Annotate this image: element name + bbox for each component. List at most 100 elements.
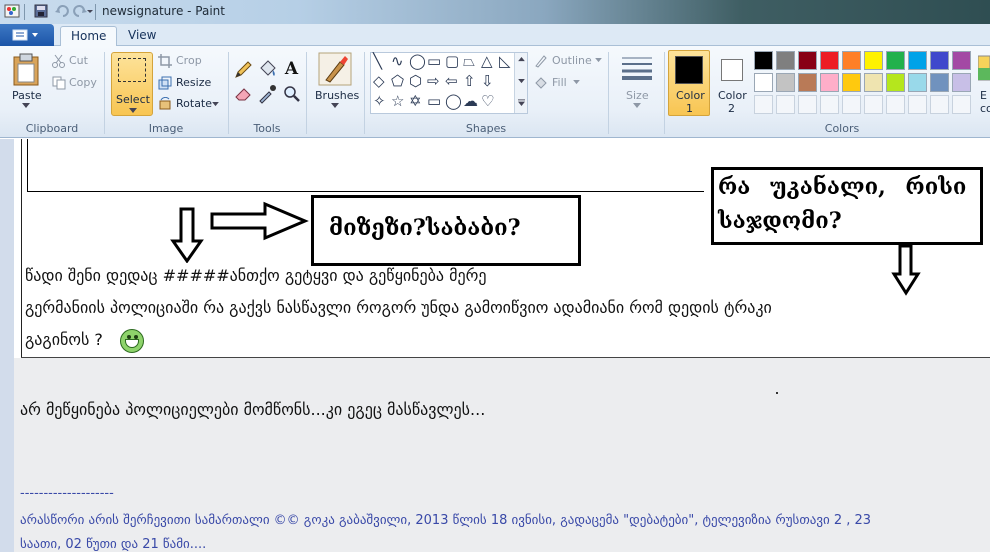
polygon-shape-icon[interactable]: ⏢ [463, 54, 475, 69]
line-shape-icon[interactable]: ╲ [373, 54, 382, 69]
paste-icon[interactable] [10, 52, 44, 88]
outline-button[interactable]: Outline [552, 54, 592, 67]
size-button[interactable]: Size [626, 89, 649, 102]
magnifier-icon[interactable] [281, 83, 302, 104]
six-point-star-icon[interactable]: ✡ [409, 94, 422, 109]
size-dropdown-icon[interactable] [633, 103, 641, 109]
rotate-dropdown-icon[interactable] [212, 102, 219, 107]
crop-button[interactable]: Crop [176, 54, 202, 67]
palette-swatch[interactable] [952, 51, 971, 70]
palette-swatch[interactable] [820, 73, 839, 92]
palette-swatch[interactable] [776, 51, 795, 70]
callout-rect-icon[interactable]: ▭ [427, 94, 441, 109]
rectangle-shape-icon[interactable]: ▭ [427, 54, 441, 69]
brushes-icon[interactable] [318, 52, 352, 86]
pencil-icon[interactable] [233, 59, 254, 80]
hexagon-shape-icon[interactable]: ⬡ [409, 74, 422, 89]
fill-button[interactable]: Fill [552, 76, 567, 89]
save-icon[interactable] [33, 3, 49, 19]
palette-swatch[interactable] [908, 73, 927, 92]
edit-colors-label-2[interactable]: co [980, 102, 990, 115]
brushes-button[interactable]: Brushes [315, 89, 359, 102]
palette-empty-swatch[interactable] [842, 95, 861, 114]
five-point-star-icon[interactable]: ☆ [391, 94, 404, 109]
palette-empty-swatch[interactable] [820, 95, 839, 114]
scroll-up-icon[interactable] [518, 57, 525, 62]
palette-swatch[interactable] [864, 51, 883, 70]
rounded-rectangle-shape-icon[interactable]: ▢ [445, 54, 459, 69]
scroll-down-icon[interactable] [518, 79, 525, 84]
fill-bucket-icon[interactable] [257, 59, 278, 80]
palette-swatch[interactable] [886, 51, 905, 70]
palette-swatch[interactable] [798, 51, 817, 70]
undo-icon[interactable] [54, 3, 70, 19]
paint-app-icon[interactable] [4, 3, 20, 19]
heart-shape-icon[interactable]: ♡ [481, 94, 494, 109]
palette-empty-swatch[interactable] [864, 95, 883, 114]
inner-frame-left-border [27, 139, 28, 192]
cut-button[interactable]: Cut [69, 54, 88, 67]
palette-empty-swatch[interactable] [930, 95, 949, 114]
shapes-scrollbar[interactable] [514, 53, 527, 113]
callout-oval-icon[interactable]: ◯ [445, 94, 462, 109]
cloud-callout-icon[interactable]: ☁ [463, 94, 478, 109]
down-arrow-shape-icon[interactable]: ⇩ [481, 74, 494, 89]
palette-empty-swatch[interactable] [754, 95, 773, 114]
post-line-1: წადი შენი დედაც #####ანთქო გეტყვი და გეწ… [25, 266, 487, 285]
triangle-shape-icon[interactable]: △ [481, 54, 493, 69]
paste-button[interactable]: Paste [12, 89, 42, 102]
select-button[interactable]: Select [111, 52, 153, 116]
post-frame-left-border [21, 139, 22, 358]
color2-number: 2 [728, 102, 735, 115]
pentagon-shape-icon[interactable]: ⬠ [391, 74, 404, 89]
size-icon[interactable] [620, 54, 654, 82]
left-arrow-shape-icon[interactable]: ⇦ [445, 74, 458, 89]
right-triangle-shape-icon[interactable]: ◺ [499, 54, 511, 69]
palette-empty-swatch[interactable] [798, 95, 817, 114]
paint-menu-button[interactable] [0, 24, 54, 46]
palette-swatch[interactable] [930, 73, 949, 92]
palette-swatch[interactable] [754, 51, 773, 70]
tab-home[interactable]: Home [60, 26, 118, 47]
tab-view[interactable]: View [118, 26, 166, 46]
palette-empty-swatch[interactable] [776, 95, 795, 114]
palette-empty-swatch[interactable] [952, 95, 971, 114]
copy-button[interactable]: Copy [69, 76, 97, 89]
palette-empty-swatch[interactable] [886, 95, 905, 114]
palette-swatch[interactable] [798, 73, 817, 92]
palette-swatch[interactable] [864, 73, 883, 92]
color1-button[interactable]: Color 1 [668, 50, 710, 116]
text-tool-icon[interactable]: A [281, 59, 302, 80]
palette-swatch[interactable] [908, 51, 927, 70]
edit-colors-icon[interactable] [978, 54, 990, 82]
paste-dropdown-icon[interactable] [22, 103, 30, 109]
eraser-icon[interactable] [233, 83, 254, 104]
palette-empty-swatch[interactable] [908, 95, 927, 114]
reason-callout-text: მიზეზი?საბაბი? [329, 215, 521, 241]
customize-quick-access-icon[interactable] [86, 3, 94, 19]
diamond-shape-icon[interactable]: ◇ [373, 74, 385, 89]
palette-swatch[interactable] [930, 51, 949, 70]
right-arrow-shape-icon[interactable]: ⇨ [427, 74, 440, 89]
colors-group-label: Colors [824, 122, 860, 135]
four-point-star-icon[interactable]: ✧ [373, 94, 386, 109]
color2-button[interactable]: Color 2 [713, 50, 751, 116]
expand-gallery-icon[interactable] [518, 99, 525, 106]
brushes-dropdown-icon[interactable] [331, 103, 339, 109]
palette-swatch[interactable] [952, 73, 971, 92]
curve-shape-icon[interactable]: ∿ [391, 54, 404, 69]
palette-swatch[interactable] [776, 73, 795, 92]
up-arrow-shape-icon[interactable]: ⇧ [463, 74, 476, 89]
shapes-gallery[interactable]: ╲ ∿ ◯ ▭ ▢ ⏢ △ ◺ ◇ ⬠ ⬡ ⇨ ⇦ ⇧ ⇩ ✧ ☆ ✡ ▭ ◯ … [370, 52, 528, 114]
edit-colors-label[interactable]: E [980, 89, 987, 102]
palette-swatch[interactable] [820, 51, 839, 70]
palette-swatch[interactable] [886, 73, 905, 92]
reply-text: არ მეწყინება პოლიციელები მომწონს...კი ეგ… [20, 400, 486, 419]
palette-swatch[interactable] [754, 73, 773, 92]
resize-button[interactable]: Resize [176, 76, 211, 89]
palette-swatch[interactable] [842, 51, 861, 70]
palette-swatch[interactable] [842, 73, 861, 92]
rotate-button[interactable]: Rotate [176, 97, 212, 110]
oval-shape-icon[interactable]: ◯ [409, 54, 426, 69]
color-picker-icon[interactable] [257, 83, 278, 104]
